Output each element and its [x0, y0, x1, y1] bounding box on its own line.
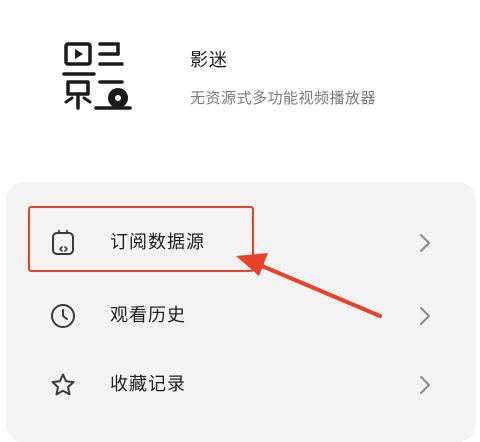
- chevron-right-icon: [420, 376, 430, 394]
- app-name: 影迷: [190, 50, 228, 71]
- menu-item-label: 订阅数据源: [110, 232, 205, 253]
- menu-item-watch-history[interactable]: 观看历史: [6, 283, 476, 347]
- menu-item-subscription-source[interactable]: 订阅数据源: [6, 210, 476, 274]
- menu-item-label: 收藏记录: [110, 374, 186, 395]
- app-header: 影迷 无资源式多功能视频播放器: [0, 0, 480, 170]
- menu-card: 订阅数据源 观看历史 收藏记录: [6, 182, 476, 442]
- star-icon: [51, 373, 75, 396]
- chevron-right-icon: [420, 307, 430, 325]
- menu-item-favorites[interactable]: 收藏记录: [6, 352, 476, 416]
- chevron-right-icon: [420, 234, 430, 252]
- app-logo-icon: [62, 42, 132, 110]
- app-description: 无资源式多功能视频播放器: [190, 89, 377, 107]
- subscription-source-icon: [52, 230, 74, 255]
- menu-item-label: 观看历史: [110, 305, 186, 326]
- clock-icon: [51, 304, 75, 328]
